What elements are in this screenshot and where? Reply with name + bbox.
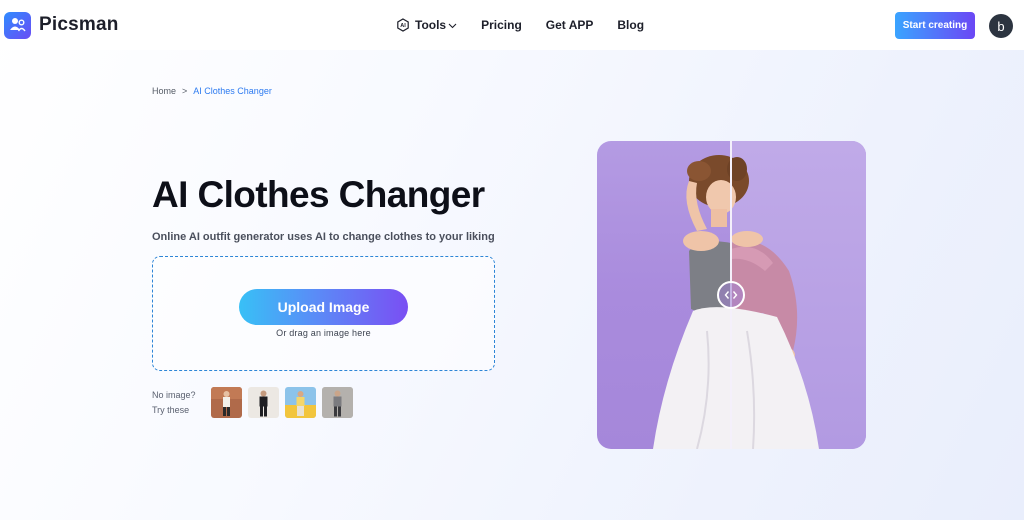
- nav-get-app[interactable]: Get APP: [546, 18, 594, 32]
- before-after-image: [597, 141, 866, 449]
- sample-image-3[interactable]: [285, 387, 316, 418]
- brand-name: Picsman: [39, 14, 119, 35]
- chevron-down-icon: [448, 21, 457, 30]
- picsman-logo-icon: [4, 11, 31, 39]
- top-header: Picsman AI Tools Pricing Get APP Blog St…: [0, 0, 1024, 50]
- drag-hint: Or drag an image here: [276, 328, 371, 338]
- sample-image-1[interactable]: [211, 387, 242, 418]
- nav-tools-label: Tools: [415, 18, 447, 32]
- breadcrumb: Home > AI Clothes Changer: [152, 86, 272, 96]
- nav-pricing[interactable]: Pricing: [481, 18, 522, 32]
- svg-text:AI: AI: [400, 23, 406, 29]
- sample-image-2[interactable]: [248, 387, 279, 418]
- main-nav: AI Tools Pricing Get APP Blog: [396, 0, 668, 50]
- ai-hexagon-icon: AI: [396, 18, 410, 32]
- user-avatar[interactable]: b: [989, 14, 1013, 38]
- page-subtitle: Online AI outfit generator uses AI to ch…: [152, 231, 495, 243]
- upload-image-button[interactable]: Upload Image: [239, 289, 408, 325]
- no-image-hint: No image? Try these: [152, 388, 196, 418]
- breadcrumb-current: AI Clothes Changer: [193, 86, 272, 96]
- breadcrumb-separator: >: [182, 86, 188, 96]
- sample-image-4[interactable]: [322, 387, 353, 418]
- nav-tools[interactable]: AI Tools: [396, 18, 457, 32]
- compare-slider-handle[interactable]: [717, 281, 745, 309]
- brand-logo[interactable]: Picsman: [4, 11, 119, 39]
- breadcrumb-home[interactable]: Home: [152, 86, 176, 96]
- no-image-line1: No image?: [152, 390, 196, 400]
- start-creating-button[interactable]: Start creating: [895, 12, 975, 39]
- nav-blog[interactable]: Blog: [617, 18, 644, 32]
- no-image-line2: Try these: [152, 405, 190, 415]
- page-title: AI Clothes Changer: [152, 174, 485, 215]
- drag-arrows-icon: [724, 291, 738, 299]
- sample-images: [211, 387, 353, 418]
